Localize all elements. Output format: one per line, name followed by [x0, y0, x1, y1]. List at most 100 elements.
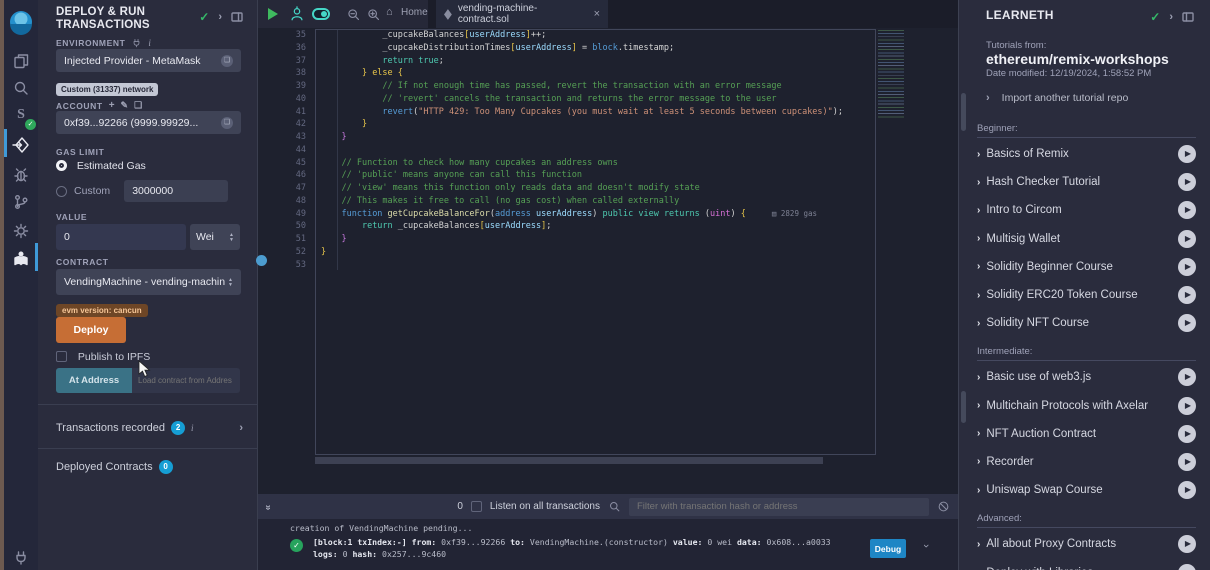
home-icon[interactable]: ⌂	[386, 6, 393, 18]
search-icon[interactable]	[4, 75, 38, 101]
environment-plug-icon[interactable]	[131, 37, 142, 48]
publish-ipfs-checkbox[interactable]	[56, 351, 67, 362]
tutorial-item[interactable]: ›Solidity ERC20 Token Course▶	[977, 281, 1196, 309]
environment-select[interactable]: Injected Provider - MetaMask ❏	[56, 49, 241, 72]
at-address-button[interactable]: At Address	[56, 368, 132, 393]
scrollbar-thumb[interactable]	[961, 391, 966, 423]
account-select[interactable]: 0xf39...92266 (9999.99929... ❏	[56, 111, 241, 134]
ai-toggle-switch[interactable]	[312, 5, 330, 23]
expand-tutorial-icon[interactable]: ›	[977, 290, 980, 301]
transactions-recorded-row[interactable]: Transactions recorded 2 i ›	[56, 413, 243, 443]
estimated-gas-radio[interactable]	[56, 160, 67, 171]
account-copy-icon[interactable]: ❏	[221, 117, 233, 129]
expand-tutorial-icon[interactable]: ›	[977, 400, 980, 411]
breakpoint-dot[interactable]	[256, 255, 267, 266]
start-tutorial-play-icon[interactable]: ▶	[1178, 286, 1196, 304]
start-tutorial-play-icon[interactable]: ▶	[1178, 397, 1196, 415]
editor-minimap[interactable]	[878, 30, 904, 118]
start-tutorial-play-icon[interactable]: ▶	[1178, 201, 1196, 219]
start-tutorial-play-icon[interactable]: ▶	[1178, 145, 1196, 163]
start-tutorial-play-icon[interactable]: ▶	[1178, 481, 1196, 499]
expand-tutorial-icon[interactable]: ›	[977, 149, 980, 160]
remix-logo[interactable]	[4, 9, 38, 35]
close-tab-icon[interactable]: ×	[594, 8, 600, 20]
environment-copy-icon[interactable]: ❏	[221, 55, 233, 67]
import-repo-link[interactable]: › Import another tutorial repo	[986, 92, 1196, 104]
create-account-icon[interactable]: +	[109, 100, 115, 111]
tutorial-item[interactable]: ›Multisig Wallet▶	[977, 225, 1196, 253]
expand-tutorial-icon[interactable]: ›	[977, 456, 980, 467]
deploy-button[interactable]: Deploy	[56, 317, 126, 343]
expand-tutorial-icon[interactable]: ›	[977, 233, 980, 244]
custom-gas-radio[interactable]	[56, 186, 67, 197]
debugger-icon[interactable]	[4, 162, 38, 188]
start-tutorial-play-icon[interactable]: ▶	[1178, 564, 1196, 570]
start-tutorial-play-icon[interactable]: ▶	[1178, 453, 1196, 471]
editor-code-lines[interactable]: _cupcakeBalances[userAddress]++; _cupcak…	[321, 29, 871, 271]
zoom-out-icon[interactable]	[344, 5, 362, 23]
start-tutorial-play-icon[interactable]: ▶	[1178, 173, 1196, 191]
tutorial-item[interactable]: ›Basics of Remix▶	[977, 140, 1196, 168]
expand-tutorial-icon[interactable]: ›	[977, 428, 980, 439]
tab-vending-machine-contract[interactable]: vending-machine-contract.sol ×	[436, 0, 608, 28]
expand-tutorial-icon[interactable]: ›	[977, 485, 980, 496]
expand-tutorial-icon[interactable]: ›	[977, 539, 980, 550]
tutorial-item[interactable]: ›Intro to Circom▶	[977, 196, 1196, 224]
tutorial-item[interactable]: ›Uniswap Swap Course▶	[977, 476, 1196, 504]
pin-panel-icon[interactable]	[231, 11, 243, 23]
expand-tutorial-icon[interactable]: ›	[977, 261, 980, 272]
contract-select[interactable]: VendingMachine - vending-machin ▲▼	[56, 269, 241, 295]
start-tutorial-play-icon[interactable]: ▶	[1178, 535, 1196, 553]
tutorial-item[interactable]: ›Multichain Protocols with Axelar▶	[977, 392, 1196, 420]
run-script-icon[interactable]	[264, 5, 282, 23]
scrollbar-thumb[interactable]	[961, 93, 966, 131]
expand-tutorial-icon[interactable]: ›	[977, 372, 980, 383]
clear-console-icon[interactable]	[937, 500, 950, 513]
ai-assistant-icon[interactable]	[288, 5, 306, 23]
tutorial-item[interactable]: ›Basic use of web3.js▶	[977, 363, 1196, 391]
learneth-plugin-icon[interactable]	[4, 246, 38, 272]
settings-icon[interactable]	[4, 218, 38, 244]
learneth-expand-icon[interactable]: ›	[1169, 11, 1173, 23]
deployed-contracts-row[interactable]: Deployed Contracts 0	[56, 452, 243, 482]
terminal-filter-input[interactable]	[629, 498, 929, 516]
source-control-icon[interactable]	[4, 189, 38, 215]
value-input[interactable]	[56, 224, 186, 250]
file-explorer-icon[interactable]	[4, 48, 38, 74]
tutorial-item[interactable]: ›Deploy with Libraries▶	[977, 558, 1196, 570]
custom-gas-input[interactable]	[124, 180, 228, 202]
deploy-run-icon[interactable]	[4, 132, 38, 158]
start-tutorial-play-icon[interactable]: ▶	[1178, 314, 1196, 332]
panel-expand-icon[interactable]: ›	[218, 11, 222, 23]
home-tab-label[interactable]: Home	[401, 7, 428, 18]
expand-tutorial-icon[interactable]: ›	[977, 205, 980, 216]
tutorial-item[interactable]: ›Solidity NFT Course▶	[977, 309, 1196, 337]
tutorial-item[interactable]: ›Hash Checker Tutorial▶	[977, 168, 1196, 196]
solidity-compiler-icon[interactable]: S ✓	[4, 102, 38, 128]
transactions-expand-icon[interactable]: ›	[239, 422, 243, 434]
start-tutorial-play-icon[interactable]: ▶	[1178, 230, 1196, 248]
tutorial-item[interactable]: ›Recorder▶	[977, 448, 1196, 476]
horizontal-scrollbar[interactable]	[315, 457, 823, 464]
editor-gutter[interactable]: 35363738394041424344454647484950515253	[266, 29, 306, 271]
zoom-in-icon[interactable]	[364, 5, 382, 23]
collapse-terminal-icon[interactable]: »	[262, 505, 273, 509]
copy-account-icon[interactable]: ❏	[134, 100, 142, 111]
listen-all-checkbox[interactable]	[471, 501, 482, 512]
plugin-connect-icon[interactable]	[4, 544, 38, 570]
transactions-info-icon[interactable]: i	[191, 423, 194, 433]
tutorial-item[interactable]: ›Solidity Beginner Course▶	[977, 253, 1196, 281]
expand-tutorial-icon[interactable]: ›	[977, 318, 980, 329]
start-tutorial-play-icon[interactable]: ▶	[1178, 258, 1196, 276]
value-unit-select[interactable]: Wei ▲▼	[190, 224, 240, 250]
start-tutorial-play-icon[interactable]: ▶	[1178, 368, 1196, 386]
tutorial-item[interactable]: ›NFT Auction Contract▶	[977, 420, 1196, 448]
expand-tutorial-icon[interactable]: ›	[977, 177, 980, 188]
sign-message-icon[interactable]: ✎	[121, 100, 129, 111]
debug-button[interactable]: Debug	[870, 539, 906, 558]
environment-info-icon[interactable]: i	[148, 38, 151, 48]
learneth-pin-icon[interactable]	[1182, 11, 1194, 23]
expand-tx-icon[interactable]: ›	[920, 544, 932, 548]
tutorial-item[interactable]: ›All about Proxy Contracts▶	[977, 530, 1196, 558]
start-tutorial-play-icon[interactable]: ▶	[1178, 425, 1196, 443]
